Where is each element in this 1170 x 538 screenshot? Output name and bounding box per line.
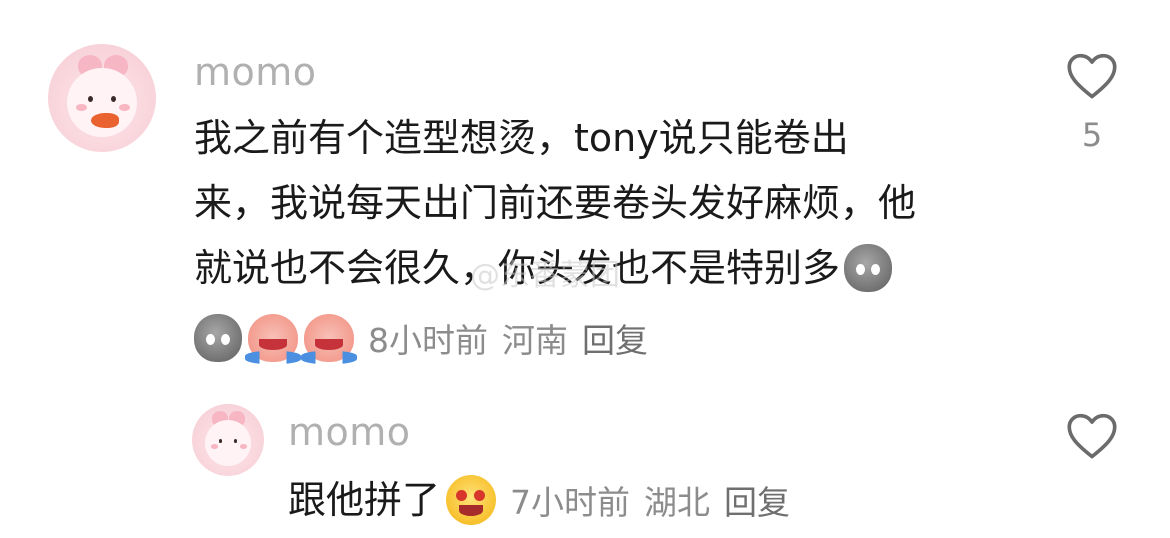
username[interactable]: momo — [288, 410, 411, 454]
comment-time: 8小时前 — [368, 321, 488, 360]
crying-laugh-emoji-icon — [245, 314, 301, 364]
big-laugh-emoji-icon — [446, 475, 497, 525]
comment-text: 跟他拼了 — [288, 478, 441, 522]
comment-line: 来，我说每天出门前还要卷头发好麻烦，他 — [194, 181, 917, 225]
comment-body-meta: 跟他拼了 7小时前 湖北 回复 — [288, 472, 804, 528]
heart-icon[interactable] — [1064, 410, 1120, 460]
username[interactable]: momo — [194, 50, 317, 94]
avatar[interactable] — [48, 44, 156, 152]
reply-button[interactable]: 回复 — [724, 476, 790, 524]
gray-shocked-emoji-icon — [844, 243, 893, 292]
reply-button[interactable]: 回复 — [582, 314, 648, 362]
avatar[interactable] — [192, 404, 264, 476]
comment-location: 湖北 — [644, 483, 711, 522]
watermark: @东番蒙团 — [470, 258, 620, 293]
comment-location: 河南 — [502, 321, 568, 360]
like-count: 5 — [1081, 116, 1103, 154]
comment-line: 我之前有个造型想烫，tony说只能卷出 — [194, 116, 849, 160]
like-button[interactable]: 5 — [1064, 50, 1120, 154]
heart-icon[interactable] — [1064, 50, 1120, 100]
comment-time: 7小时前 — [510, 483, 631, 522]
crying-laugh-emoji-icon — [301, 314, 357, 364]
gray-shocked-emoji-icon — [194, 314, 242, 362]
like-button[interactable] — [1064, 410, 1120, 460]
comment-meta: 8小时前 河南 回复 — [194, 314, 662, 364]
